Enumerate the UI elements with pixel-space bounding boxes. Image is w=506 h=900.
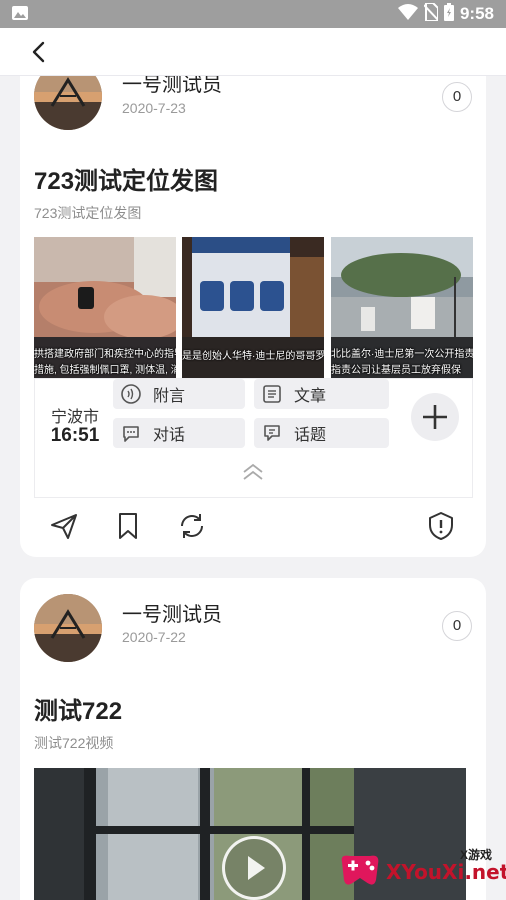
count-badge[interactable]: 0 [442, 82, 472, 112]
image-caption: 指责公司让基层员工放弃假保 [331, 365, 461, 376]
watermark: X游戏 XYouXi.net [336, 838, 506, 896]
option-article[interactable]: 文章 [254, 379, 389, 409]
option-message[interactable]: 附言 [113, 379, 245, 409]
option-chat[interactable]: 对话 [113, 418, 245, 448]
chevron-up-icon[interactable] [241, 463, 265, 481]
gallery-image[interactable]: 是是创始人华特·迪士尼的哥哥罗 [182, 237, 324, 378]
status-time: 9:58 [459, 4, 494, 23]
image-icon [12, 6, 28, 20]
message-icon [119, 382, 143, 406]
image-gallery: 拱搭建政府部门和疾控中心的指导, 措施, 包括强制佩口罩, 测体温, 消 是是创… [34, 237, 473, 378]
watermark-main: XYouXi.net [386, 860, 506, 884]
status-bar: 9:58 [0, 0, 506, 28]
article-icon [260, 382, 284, 406]
username[interactable]: 一号测试员 [122, 598, 222, 627]
gallery-image[interactable]: 北比盖尔·迪士尼第一次公开指责公 指责公司让基层员工放弃假保 [331, 237, 473, 378]
post-date: 2020-7-22 [122, 629, 186, 645]
action-bar [20, 510, 486, 546]
gallery-image[interactable]: 拱搭建政府部门和疾控中心的指导, 措施, 包括强制佩口罩, 测体温, 消 [34, 237, 176, 378]
image-caption: 措施, 包括强制佩口罩, 测体温, 消 [34, 365, 176, 376]
image-caption: 拱搭建政府部门和疾控中心的指导, [34, 349, 176, 360]
play-icon[interactable] [222, 836, 286, 900]
post-title: 测试722 [34, 698, 123, 725]
post-title: 723测试定位发图 [34, 168, 219, 195]
avatar[interactable] [34, 594, 102, 662]
post-card: 一号测试员 2020-7-23 0 723测试定位发图 723测试定位发图 拱搭… [20, 50, 486, 557]
image-caption: 是是创始人华特·迪士尼的哥哥罗 [182, 351, 324, 362]
image-caption: 北比盖尔·迪士尼第一次公开指责公 [331, 349, 473, 360]
battery-icon [443, 2, 454, 26]
send-icon[interactable] [48, 510, 80, 542]
option-label: 文章 [294, 388, 327, 405]
option-label: 话题 [294, 427, 327, 444]
report-icon[interactable] [425, 510, 457, 542]
post-date: 2020-7-23 [122, 100, 186, 116]
option-topic[interactable]: 话题 [254, 418, 389, 448]
repost-icon[interactable] [176, 510, 208, 542]
top-bar [0, 28, 506, 76]
topic-icon [260, 421, 284, 445]
back-arrow-icon[interactable] [26, 38, 54, 66]
plus-icon[interactable] [411, 393, 459, 441]
wifi-icon [397, 3, 418, 25]
no-sim-icon [423, 1, 439, 26]
location-time: 16:51 [50, 425, 100, 446]
count-badge[interactable]: 0 [442, 611, 472, 641]
post-subtitle: 测试722视频 [34, 735, 114, 751]
post-subtitle: 723测试定位发图 [34, 205, 142, 221]
chat-icon [119, 421, 143, 445]
bookmark-icon[interactable] [112, 510, 144, 542]
gamepad-logo [336, 846, 384, 894]
option-label: 附言 [153, 388, 186, 405]
option-label: 对话 [153, 427, 186, 444]
location-city: 宁波市 [50, 409, 99, 426]
location-panel: 宁波市 16:51 附言 文章 对话 话题 [34, 378, 473, 498]
